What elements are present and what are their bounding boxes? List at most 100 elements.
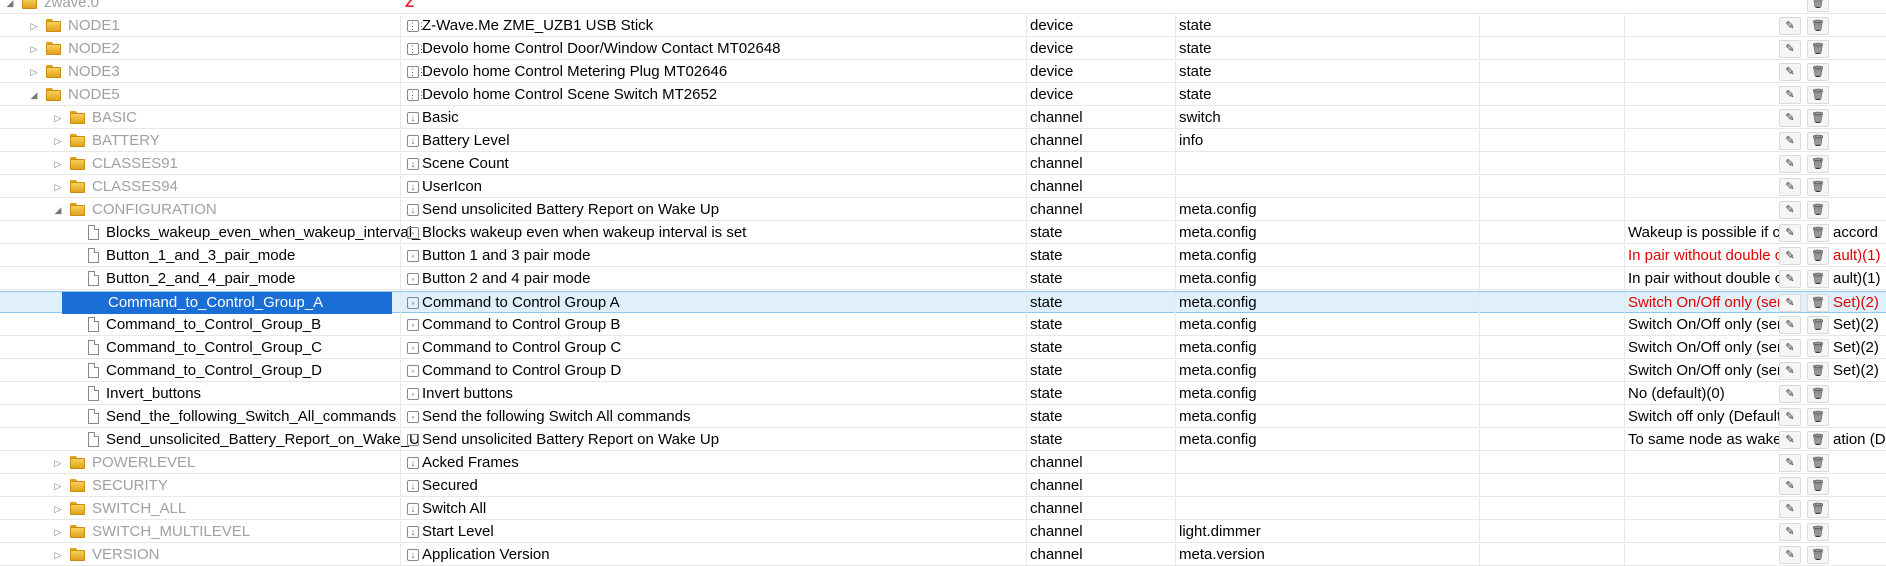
collapsed-arrow-icon[interactable]: ▷ [52,153,64,175]
tree-row[interactable]: Command_to_Control_Group_A ◦ Command to … [0,291,1886,314]
edit-icon[interactable]: ✎ [1779,454,1801,472]
edit-icon[interactable]: ✎ [1779,294,1801,312]
delete-icon[interactable]: 🗑 [1807,431,1829,449]
role-cell: switch [1179,109,1221,126]
tree-row[interactable]: ▷ BASIC ↓ Basic channel switch ✎ 🗑 [0,107,1886,129]
edit-icon[interactable]: ✎ [1779,155,1801,173]
delete-icon[interactable]: 🗑 [1807,523,1829,541]
delete-icon[interactable]: 🗑 [1807,63,1829,81]
tree-row[interactable]: ▷ NODE3 ⋮⋮ Devolo home Control Metering P… [0,61,1886,83]
tree-row[interactable]: ▷ VERSION ↓ Application Version channel me… [0,544,1886,566]
delete-icon[interactable]: 🗑 [1807,500,1829,518]
edit-icon[interactable]: ✎ [1779,385,1801,403]
edit-icon[interactable]: ✎ [1779,224,1801,242]
delete-icon[interactable]: 🗑 [1807,17,1829,35]
tree-row[interactable]: Button_1_and_3_pair_mode ◦ Button 1 and … [0,245,1886,267]
expanded-arrow-icon[interactable]: ◢ [52,199,64,221]
role-cell: light.dimmer [1179,523,1261,540]
collapsed-arrow-icon[interactable]: ▷ [28,61,40,83]
collapsed-arrow-icon[interactable]: ▷ [52,521,64,543]
delete-icon[interactable]: 🗑 [1807,201,1829,219]
collapsed-arrow-icon[interactable]: ▷ [52,107,64,129]
expanded-arrow-icon[interactable]: ◢ [28,84,40,106]
tree-row[interactable]: ▷ CLASSES94 ↓ UserIcon channel ✎ 🗑 [0,176,1886,198]
tree-row[interactable]: ▷ SWITCH_MULTILEVEL ↓ Start Level channel… [0,521,1886,543]
delete-icon[interactable]: 🗑 [1807,40,1829,58]
collapsed-arrow-icon[interactable]: ▷ [52,544,64,566]
delete-icon[interactable]: 🗑 [1807,454,1829,472]
delete-icon[interactable]: 🗑 [1807,339,1829,357]
delete-icon[interactable]: 🗑 [1807,178,1829,196]
delete-icon[interactable]: 🗑 [1807,109,1829,127]
edit-icon[interactable]: ✎ [1779,316,1801,334]
tree-row[interactable]: Command_to_Control_Group_B ◦ Command to … [0,314,1886,336]
edit-icon[interactable]: ✎ [1779,132,1801,150]
edit-icon[interactable]: ✎ [1779,270,1801,288]
tree-row-root[interactable]: ◢ zwave.0 Z 🗑 [0,0,1886,14]
tree-row[interactable]: Send_unsolicited_Battery_Report_on_Wake_… [0,429,1886,451]
delete-icon[interactable]: 🗑 [1807,224,1829,242]
title-text: UserIcon [422,178,483,195]
collapsed-arrow-icon[interactable]: ▷ [28,38,40,60]
edit-icon[interactable]: ✎ [1779,201,1801,219]
delete-icon[interactable]: 🗑 [1807,294,1829,312]
tree-row[interactable]: Button_2_and_4_pair_mode ◦ Button 2 and … [0,268,1886,290]
tree-row[interactable]: Send_the_following_Switch_All_commands ◦… [0,406,1886,428]
tree-item-label: Command_to_Control_Group_C [106,339,322,356]
collapsed-arrow-icon[interactable]: ▷ [52,452,64,474]
collapsed-arrow-icon[interactable]: ▷ [52,176,64,198]
edit-icon[interactable]: ✎ [1779,339,1801,357]
edit-icon[interactable]: ✎ [1779,408,1801,426]
state-icon: ◦ [407,273,419,285]
tree-item-label: BASIC [92,109,138,126]
collapsed-arrow-icon[interactable]: ▷ [52,475,64,497]
delete-icon[interactable]: 🗑 [1807,362,1829,380]
tree-row[interactable]: Invert_buttons ◦ Invert buttons state met… [0,383,1886,405]
tree-row[interactable]: ▷ POWERLEVEL ↓ Acked Frames channel ✎ 🗑 [0,452,1886,474]
tree-row[interactable]: ▷ NODE1 ⋮⋮ Z-Wave.Me ZME_UZB1 USB Stick d… [0,15,1886,37]
edit-icon[interactable]: ✎ [1779,17,1801,35]
collapsed-arrow-icon[interactable]: ▷ [52,130,64,152]
delete-icon[interactable]: 🗑 [1807,408,1829,426]
edit-icon[interactable]: ✎ [1779,63,1801,81]
tree-row[interactable]: ▷ NODE2 ⋮⋮ Devolo home Control Door/Windo… [0,38,1886,60]
delete-icon[interactable]: 🗑 [1807,477,1829,495]
edit-icon[interactable]: ✎ [1779,247,1801,265]
tree-row[interactable]: ▷ CLASSES91 ↓ Scene Count channel ✎ 🗑 [0,153,1886,175]
type-cell: channel [1030,109,1083,126]
edit-icon[interactable]: ✎ [1779,546,1801,564]
edit-icon[interactable]: ✎ [1779,178,1801,196]
collapsed-arrow-icon[interactable]: ▷ [28,15,40,37]
edit-icon[interactable]: ✎ [1779,109,1801,127]
edit-icon[interactable]: ✎ [1779,477,1801,495]
tree-row[interactable]: ▷ BATTERY ↓ Battery Level channel info ✎ 🗑 [0,130,1886,152]
delete-icon[interactable]: 🗑 [1807,316,1829,334]
delete-icon[interactable]: 🗑 [1807,86,1829,104]
delete-icon[interactable]: 🗑 [1807,546,1829,564]
delete-icon[interactable]: 🗑 [1807,270,1829,288]
collapsed-arrow-icon[interactable]: ▷ [52,498,64,520]
edit-icon[interactable]: ✎ [1779,500,1801,518]
edit-icon[interactable]: ✎ [1779,40,1801,58]
tree-row[interactable]: ▷ SWITCH_ALL ↓ Switch All channel ✎ 🗑 [0,498,1886,520]
tree-row[interactable]: ◢ CONFIGURATION ↓ Send unsolicited Batter… [0,199,1886,221]
delete-icon[interactable]: 🗑 [1807,385,1829,403]
tree-row[interactable]: ▷ SECURITY ↓ Secured channel ✎ 🗑 [0,475,1886,497]
delete-icon[interactable]: 🗑 [1807,0,1829,12]
tree-row[interactable]: Command_to_Control_Group_C ◦ Command to … [0,337,1886,359]
state-icon: ◦ [407,434,419,446]
edit-icon[interactable]: ✎ [1779,523,1801,541]
delete-icon[interactable]: 🗑 [1807,132,1829,150]
role-cell: state [1179,17,1212,34]
edit-icon[interactable]: ✎ [1779,362,1801,380]
title-cell: ↓ Send unsolicited Battery Report on Wak… [402,199,1026,221]
tree-row[interactable]: ◢ NODE5 ⋮⋮ Devolo home Control Scene Swit… [0,84,1886,106]
tree-row[interactable]: Command_to_Control_Group_D ◦ Command to … [0,360,1886,382]
expanded-arrow-icon[interactable]: ◢ [4,0,16,14]
tree-row[interactable]: Blocks_wakeup_even_when_wakeup_interval_… [0,222,1886,244]
channel-icon: ↓ [407,457,419,469]
delete-icon[interactable]: 🗑 [1807,247,1829,265]
delete-icon[interactable]: 🗑 [1807,155,1829,173]
edit-icon[interactable]: ✎ [1779,86,1801,104]
edit-icon[interactable]: ✎ [1779,431,1801,449]
